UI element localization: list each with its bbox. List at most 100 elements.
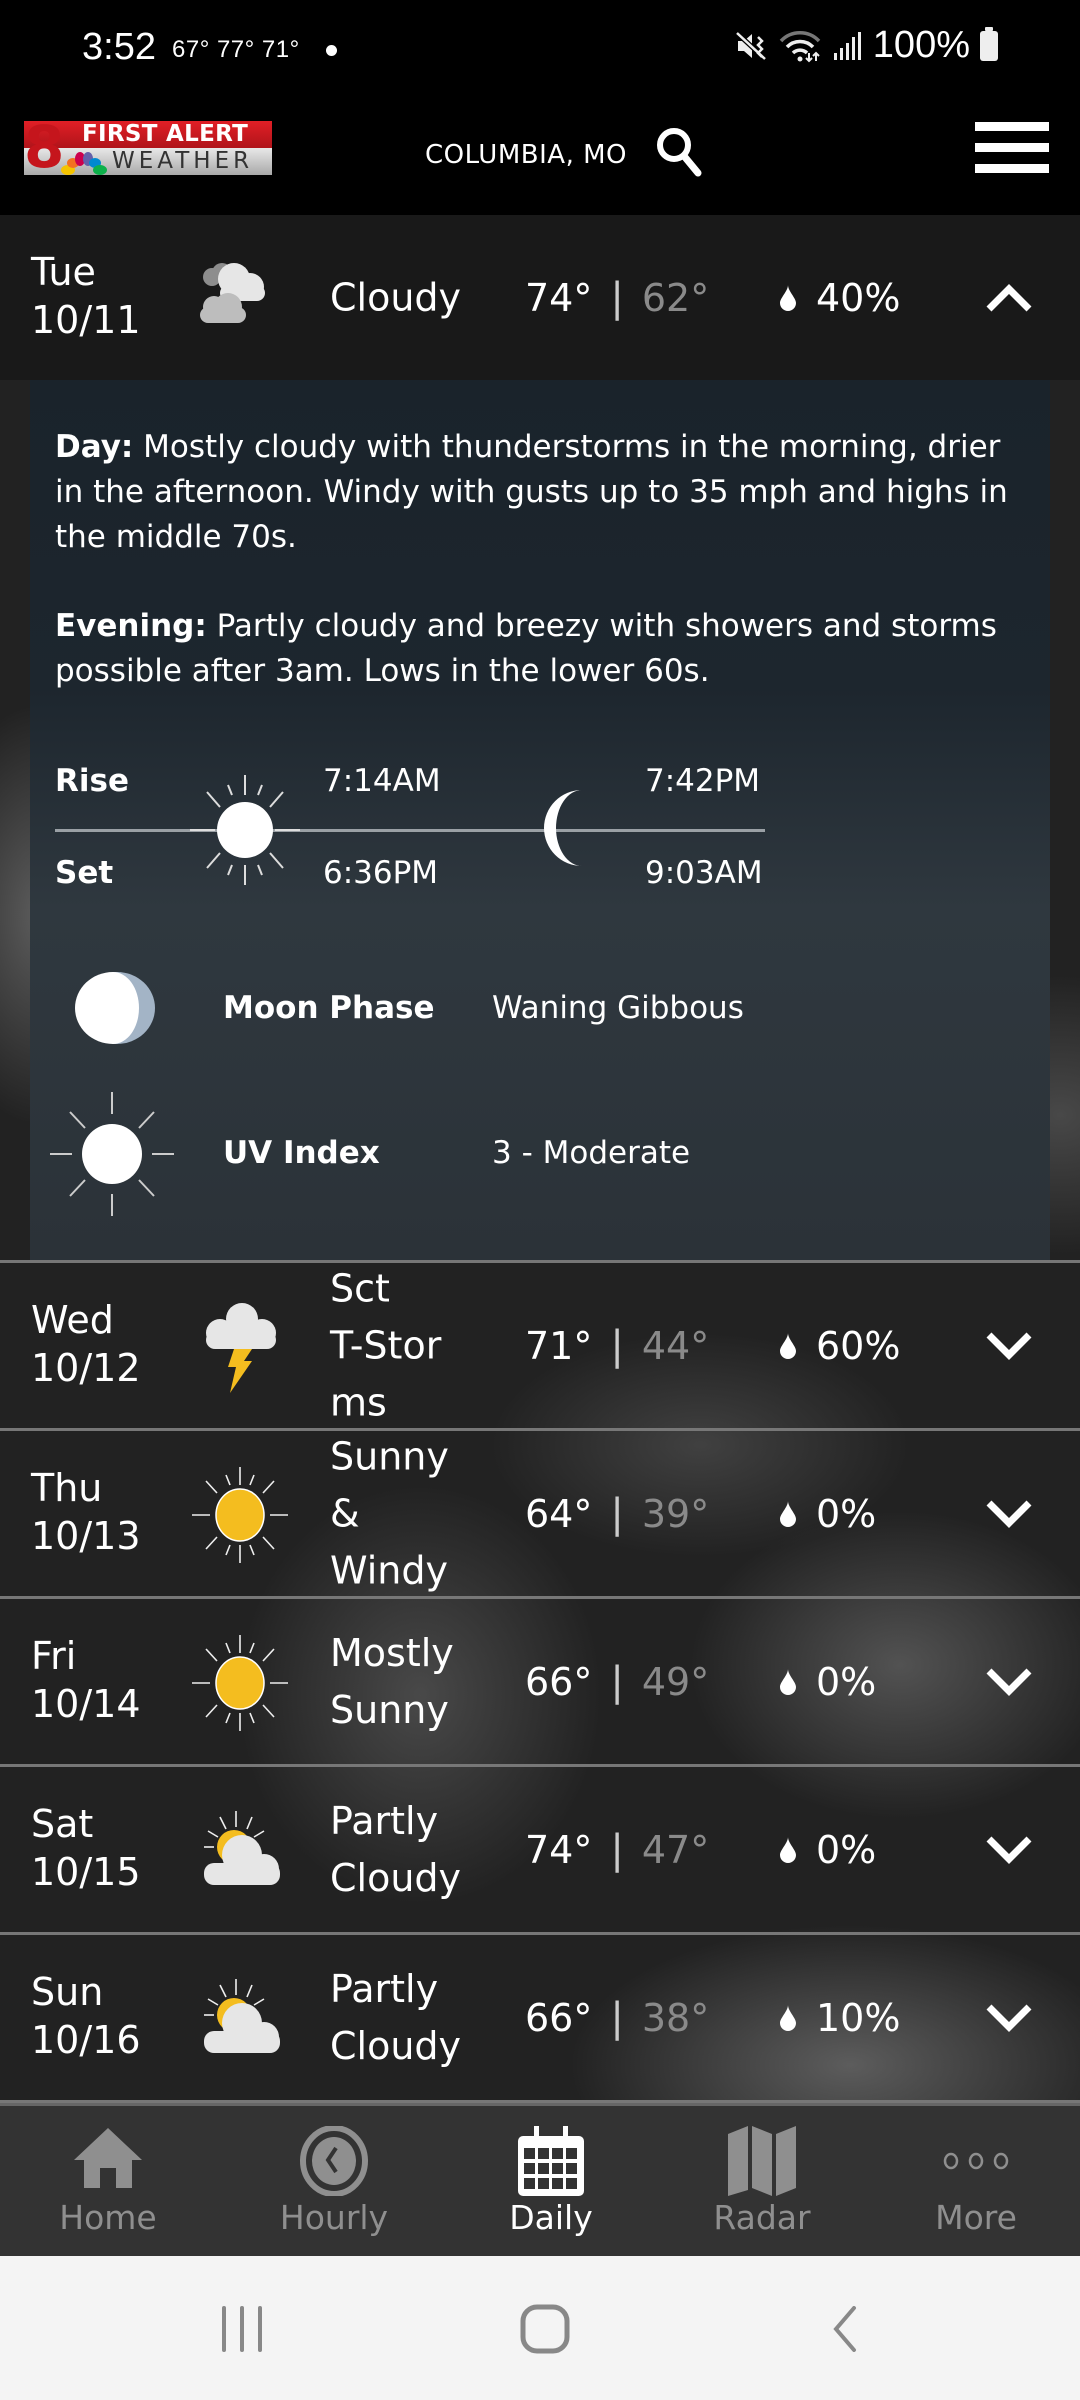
chevron-up-icon[interactable] — [985, 283, 1033, 313]
wifi-icon — [779, 30, 821, 62]
precip-chance: 40% — [780, 276, 900, 320]
high-temp: 74° — [525, 275, 593, 320]
forecast-condition: Sunny & Windy — [330, 1434, 449, 1592]
rise-set-divider — [55, 829, 765, 832]
forecast-date: Sun 10/16 — [31, 1970, 141, 2062]
status-time: 3:52 — [82, 26, 156, 68]
nbc-peacock-icon — [61, 152, 107, 175]
moon-phase-icon — [75, 972, 155, 1044]
forecast-condition: Partly Cloudy — [330, 1966, 462, 2068]
tab-home[interactable]: Home — [8, 2106, 208, 2256]
chevron-down-icon[interactable] — [985, 1835, 1033, 1865]
raindrop-icon — [780, 1836, 796, 1863]
low-temp: 47° — [641, 1827, 710, 1872]
forecast-row-thu[interactable]: Thu 10/13 Sunny & Windy 64° | 39° 0% — [0, 1431, 1080, 1599]
sunrise-time: 7:14AM — [323, 763, 441, 799]
forecast-date: Sat 10/15 — [31, 1802, 141, 1894]
tab-label: Home — [59, 2198, 157, 2237]
evening-summary: Evening: Partly cloudy and breezy with s… — [55, 608, 997, 689]
day-detail-panel: Day: Mostly cloudy with thunderstorms in… — [30, 380, 1050, 1260]
back-icon[interactable] — [830, 2306, 860, 2352]
chevron-down-icon[interactable] — [985, 2003, 1033, 2033]
forecast-temps: 66° | 49° — [525, 1658, 710, 1705]
low-temp: 44° — [641, 1323, 710, 1368]
tab-label: Radar — [713, 2198, 811, 2237]
precip-chance: 0% — [780, 1492, 876, 1536]
tab-label: Hourly — [279, 2198, 389, 2237]
raindrop-icon — [780, 1332, 796, 1359]
high-temp: 66° — [525, 1995, 593, 2040]
battery-icon — [980, 26, 998, 61]
thunderstorm-icon — [206, 1303, 276, 1393]
mute-vibrate-icon — [735, 30, 767, 61]
tab-radar[interactable]: Radar — [662, 2106, 862, 2256]
map-icon — [728, 2126, 796, 2196]
hamburger-menu-icon[interactable] — [975, 122, 1049, 174]
sunny-icon — [192, 1635, 288, 1731]
chevron-down-icon[interactable] — [985, 1499, 1033, 1529]
low-temp: 62° — [641, 275, 710, 320]
location-label[interactable]: COLUMBIA, MO — [425, 140, 627, 170]
logo-channel-number: 8 — [24, 113, 65, 181]
set-label: Set — [55, 855, 114, 891]
collapsed-days: Wed 10/12 Sct T-Stor ms 71° | 44° 60% Th… — [0, 1263, 1080, 2103]
battery-percent: 100% — [872, 24, 970, 66]
forecast-temps: 71° | 44° — [525, 1322, 710, 1369]
chevron-down-icon[interactable] — [985, 1667, 1033, 1697]
system-nav-bar — [0, 2256, 1080, 2400]
high-temp: 66° — [525, 1659, 593, 1704]
sun-icon — [190, 775, 300, 885]
sunset-time: 6:36PM — [323, 855, 439, 891]
forecast-condition: Sct T-Stor ms — [330, 1266, 442, 1424]
signal-icon — [833, 31, 861, 60]
first-alert-weather-logo[interactable]: 8 FIRST ALERT WEATHER — [24, 117, 272, 177]
daily-forecast-list[interactable]: Tue 10/11 Cloudy 74° | 62° 40% Day: Most… — [0, 215, 1080, 2103]
search-icon[interactable] — [652, 123, 708, 179]
low-temp: 38° — [641, 1995, 710, 2040]
forecast-date: Fri 10/14 — [31, 1634, 141, 1726]
forecast-row-sun[interactable]: Sun 10/16 Partly Cloudy 66° | 38° 10% — [0, 1935, 1080, 2103]
forecast-temps: 74° | 62° — [525, 275, 709, 321]
precip-chance: 10% — [780, 1996, 900, 2040]
precip-chance: 0% — [780, 1660, 876, 1704]
uv-index-sun-icon — [50, 1092, 174, 1216]
low-temp: 49° — [641, 1659, 710, 1704]
moonset-time: 9:03AM — [645, 855, 763, 891]
logo-weather: WEATHER — [112, 148, 254, 174]
forecast-row-wed[interactable]: Wed 10/12 Sct T-Stor ms 71° | 44° 60% — [0, 1263, 1080, 1431]
tab-hourly[interactable]: Hourly — [234, 2106, 434, 2256]
app-header: 8 FIRST ALERT WEATHER COLUMBIA, MO — [0, 100, 1080, 215]
forecast-row-sat[interactable]: Sat 10/15 Partly Cloudy 74° | 47° 0% — [0, 1767, 1080, 1935]
forecast-row-tue[interactable]: Tue 10/11 Cloudy 74° | 62° 40% — [0, 215, 1080, 380]
low-temp: 39° — [641, 1491, 710, 1536]
uv-index-value: 3 - Moderate — [492, 1135, 691, 1171]
raindrop-icon — [780, 2004, 796, 2031]
cloudy-icon — [200, 263, 265, 323]
partly-cloudy-icon — [204, 1979, 280, 2053]
status-weather-temps: 67° 77° 71° — [172, 36, 300, 63]
precip-chance: 0% — [780, 1828, 876, 1872]
high-temp: 64° — [525, 1491, 593, 1536]
home-circle-icon[interactable] — [520, 2304, 570, 2354]
high-temp: 71° — [525, 1323, 593, 1368]
moon-crescent-icon — [544, 790, 582, 866]
tab-more[interactable]: More — [876, 2106, 1076, 2256]
tab-daily[interactable]: Daily — [451, 2106, 651, 2256]
forecast-row-fri[interactable]: Fri 10/14 Mostly Sunny 66° | 49° 0% — [0, 1599, 1080, 1767]
home-icon — [74, 2128, 142, 2188]
forecast-date: Tue 10/11 — [31, 250, 141, 342]
forecast-condition: Partly Cloudy — [330, 1798, 462, 1900]
raindrop-icon — [780, 1668, 796, 1695]
notification-dot-icon — [326, 45, 337, 56]
uv-index-label: UV Index — [223, 1135, 380, 1171]
chevron-down-icon[interactable] — [985, 1331, 1033, 1361]
clock-icon — [300, 2126, 368, 2196]
status-bar: 3:52 67° 77° 71° 100% — [0, 0, 1080, 100]
high-temp: 74° — [525, 1827, 593, 1872]
tab-label: Daily — [509, 2198, 593, 2237]
forecast-condition: Cloudy — [330, 275, 462, 319]
bottom-tab-bar: Home Hourly Daily Radar More — [0, 2103, 1080, 2256]
logo-first-alert: FIRST ALERT — [82, 121, 249, 147]
recent-apps-icon[interactable] — [218, 2306, 266, 2352]
forecast-date: Thu 10/13 — [31, 1466, 141, 1558]
